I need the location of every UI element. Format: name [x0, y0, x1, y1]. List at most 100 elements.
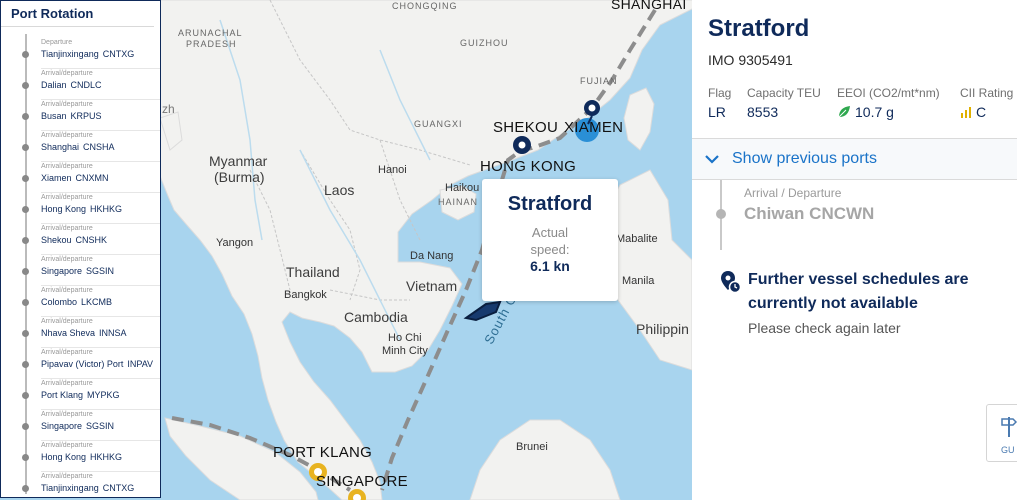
rotation-item[interactable]: Arrival/departure Hong Kong HKHKG [1, 440, 160, 471]
rotation-item-type: Arrival/departure [41, 70, 93, 77]
flag-label: Flag [708, 86, 732, 100]
label-thailand: Thailand [286, 264, 340, 280]
rotation-dot [22, 206, 29, 213]
label-pradesh: PRADESH [186, 39, 237, 49]
chevron-down-icon [705, 155, 719, 164]
rotation-item-port: Dalian CNDLC [41, 80, 102, 90]
port-label-hong-kong[interactable]: HONG KONG [480, 159, 576, 174]
stat-capacity: Capacity TEU 8553 [747, 86, 821, 120]
label-yangon: Yangon [216, 237, 254, 249]
guide-label: GU [1001, 445, 1015, 455]
label-haikou: Haikou [445, 182, 480, 194]
rotation-item[interactable]: Arrival/departure Colombo LKCMB [1, 285, 160, 316]
rotation-dot [22, 392, 29, 399]
rotation-item-code: INPAV [127, 359, 154, 369]
rotation-item-code: HKHKG [90, 204, 123, 214]
port-rotation-title: Port Rotation [1, 1, 154, 27]
rotation-item-name: Nhava Sheva [41, 328, 96, 338]
rotation-item-code: SGSIN [86, 266, 115, 276]
vessel-popup[interactable]: Stratford Actual speed: 6.1 kn [482, 179, 618, 301]
rotation-item[interactable]: Arrival/departure Tianjinxingang CNTXG [1, 471, 160, 497]
rotation-item-divider [41, 99, 160, 100]
rotation-item-name: Xiamen [41, 173, 72, 183]
rotation-item-port: Port Klang MYPKG [41, 390, 120, 400]
rotation-item-port: Pipavav (Victor) Port INPAV [41, 359, 153, 369]
cii-value-row: C [960, 104, 1013, 120]
rotation-item-code: CNSHK [75, 235, 108, 245]
rotation-item-type: Departure [41, 39, 73, 46]
rotation-item-divider [41, 285, 160, 286]
label-chongqing: CHONGQING [392, 1, 458, 11]
rotation-item[interactable]: Arrival/departure Pipavav (Victor) Port IN… [1, 347, 160, 378]
rotation-item-divider [41, 409, 160, 410]
rotation-item-port: Hong Kong HKHKG [41, 204, 122, 214]
vessel-details-panel: Stratford IMO 9305491 Flag LR Capacity T… [692, 0, 1017, 500]
teu-value-row: 8553 [747, 104, 821, 120]
rotation-item-code: INNSA [99, 328, 127, 338]
rotation-item-code: HKHKG [90, 452, 123, 462]
cii-value: C [976, 104, 987, 120]
rotation-item-port: Tianjinxingang CNTXG [41, 49, 134, 59]
show-previous-ports-toggle[interactable]: Show previous ports [692, 138, 1017, 180]
rotation-dot [22, 144, 29, 151]
rotation-item[interactable]: Arrival/departure Busan KRPUS [1, 99, 160, 130]
flag-value-row: LR [708, 104, 731, 120]
label-danang: Da Nang [410, 250, 454, 262]
rotation-item[interactable]: Arrival/departure Shanghai CNSHA [1, 130, 160, 161]
rotation-dot [22, 485, 29, 492]
rotation-item-port: Hong Kong HKHKG [41, 452, 122, 462]
rotation-item-divider [41, 471, 160, 472]
rotation-item-divider [41, 440, 160, 441]
rotation-item[interactable]: Arrival/departure Nhava Sheva INNSA [1, 316, 160, 347]
rotation-item-name: Tianjinxingang [41, 49, 99, 59]
show-previous-ports-label: Show previous ports [732, 150, 877, 167]
port-rotation-panel[interactable]: Port Rotation Departure Tianjinxingang CNT… [0, 0, 161, 498]
label-hochiminh-1: Ho Chi [388, 332, 422, 344]
rotation-item[interactable]: Arrival/departure Port Klang MYPKG [1, 378, 160, 409]
teu-value: 8553 [747, 104, 779, 120]
rotation-item-name: Dalian [41, 80, 67, 90]
cii-label: CII Rating [960, 86, 1014, 100]
rotation-dot [22, 299, 29, 306]
port-label-singapore[interactable]: SINGAPORE [316, 474, 408, 489]
popup-speed-label: Actual speed: [482, 224, 618, 258]
signpost-icon [1001, 417, 1017, 437]
previous-port-name: Chiwan CNCWN [744, 204, 875, 223]
port-label-shekou[interactable]: SHEKOU [493, 120, 558, 135]
label-mabalite: Mabalite [616, 233, 658, 245]
rotation-item-name: Singapore [41, 421, 83, 431]
rotation-item-type: Arrival/departure [41, 318, 93, 325]
port-label-xiamen[interactable]: XIAMEN [564, 120, 623, 135]
rotation-item[interactable]: Arrival/departure Singapore SGSIN [1, 254, 160, 285]
teu-label: Capacity TEU [747, 86, 821, 100]
label-laos: Laos [324, 182, 355, 198]
rotation-item-type: Arrival/departure [41, 411, 93, 418]
rotation-item-type: Arrival/departure [41, 380, 93, 387]
rotation-item-type: Arrival/departure [41, 194, 93, 201]
rotation-item[interactable]: Arrival/departure Hong Kong HKHKG [1, 192, 160, 223]
port-label-port-klang[interactable]: PORT KLANG [273, 445, 372, 460]
popup-vessel-name: Stratford [507, 193, 593, 215]
rotation-item[interactable]: Arrival/departure Shekou CNSHK [1, 223, 160, 254]
label-hanoi: Hanoi [378, 164, 407, 176]
rotation-dot [22, 268, 29, 275]
rotation-item-code: CNXMN [75, 173, 109, 183]
rotation-dot [22, 361, 29, 368]
rotation-item[interactable]: Arrival/departure Dalian CNDLC [1, 68, 160, 99]
rotation-item-code: CNDLC [70, 80, 102, 90]
popup-speed-label-line1: Actual [531, 225, 569, 240]
rotation-item[interactable]: Arrival/departure Xiamen CNXMN [1, 161, 160, 192]
rotation-item[interactable]: Arrival/departure Singapore SGSIN [1, 409, 160, 440]
guide-button[interactable]: GU [986, 404, 1017, 462]
vessel-name: Stratford [708, 15, 810, 42]
label-manila: Manila [622, 275, 655, 287]
shekou-port-marker[interactable] [513, 136, 531, 154]
rotation-item[interactable]: Departure Tianjinxingang CNTXG [1, 37, 160, 68]
label-shanghai: SHANGHAI [611, 0, 687, 12]
flag-value: LR [708, 104, 726, 120]
rotation-item-name: Shekou [41, 235, 72, 245]
label-burma: (Burma) [214, 169, 265, 185]
rotation-item-type: Arrival/departure [41, 163, 93, 170]
rotation-item-divider [41, 378, 160, 379]
rotation-item-port: Shanghai CNSHA [41, 142, 115, 152]
